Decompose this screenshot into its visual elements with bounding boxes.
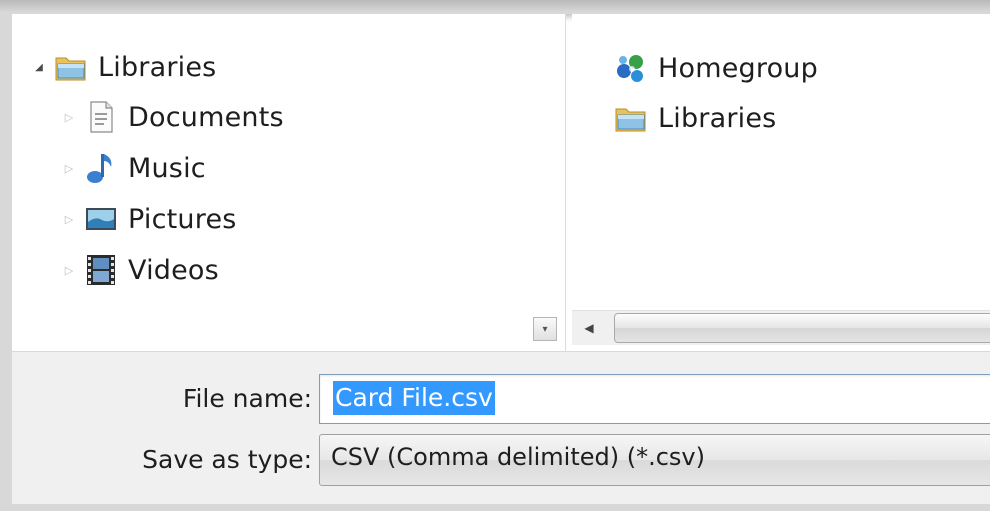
pictures-icon [84, 202, 118, 236]
tree-label-pictures: Pictures [128, 203, 237, 235]
save-as-type-label: Save as type: [142, 445, 312, 474]
tree-item-videos[interactable]: ▷ Videos [62, 247, 219, 293]
document-icon [84, 100, 118, 134]
tree-item-libraries[interactable]: ◢ Libraries [32, 44, 216, 90]
nav-scroll-button[interactable]: ▾ [533, 317, 557, 341]
expand-arrow-icon[interactable]: ▷ [62, 212, 76, 226]
tree-item-documents[interactable]: ▷ Documents [62, 94, 284, 140]
save-form: File name: Card File.csv Save as type: C… [12, 351, 990, 504]
music-note-icon [84, 151, 118, 185]
save-as-type-select[interactable]: CSV (Comma delimited) (*.csv) [319, 434, 990, 486]
file-name-value[interactable]: Card File.csv [333, 381, 495, 415]
file-name-input[interactable]: Card File.csv [319, 374, 990, 424]
content-item-libraries[interactable]: Libraries [614, 96, 776, 140]
save-as-type-value: CSV (Comma delimited) (*.csv) [331, 443, 705, 471]
expand-arrow-icon[interactable]: ▷ [62, 161, 76, 175]
tree-label-documents: Documents [128, 101, 284, 133]
content-pane[interactable]: Homegroup Libraries [572, 14, 990, 351]
expand-arrow-icon[interactable]: ▷ [62, 110, 76, 124]
libraries-folder-icon [614, 101, 648, 135]
homegroup-icon [614, 51, 648, 85]
tree-label-music: Music [128, 152, 206, 184]
tree-label-videos: Videos [128, 254, 219, 286]
tree-item-pictures[interactable]: ▷ Pictures [62, 196, 237, 242]
tree-item-music[interactable]: ▷ Music [62, 145, 206, 191]
tree-label-libraries: Libraries [98, 51, 217, 83]
scroll-left-icon[interactable]: ◀ [578, 317, 600, 339]
scroll-thumb[interactable] [614, 313, 990, 343]
content-item-homegroup[interactable]: Homegroup [614, 46, 818, 90]
libraries-folder-icon [54, 50, 88, 84]
horizontal-scrollbar[interactable]: ◀ [572, 310, 990, 345]
content-label-libraries: Libraries [658, 102, 777, 134]
film-strip-icon [84, 253, 118, 287]
save-as-dialog: ◢ Libraries ▷ Documents ▷ Music ▷ Pictur… [12, 14, 990, 504]
content-label-homegroup: Homegroup [658, 52, 818, 84]
file-name-label: File name: [182, 384, 312, 413]
expand-arrow-icon[interactable]: ▷ [62, 263, 76, 277]
collapse-arrow-icon[interactable]: ◢ [32, 60, 46, 74]
navigation-pane[interactable]: ◢ Libraries ▷ Documents ▷ Music ▷ Pictur… [12, 14, 566, 351]
